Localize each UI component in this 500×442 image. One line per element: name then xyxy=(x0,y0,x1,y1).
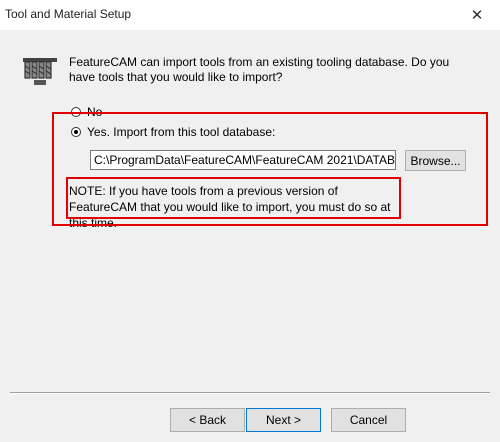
cancel-button[interactable]: Cancel xyxy=(331,408,406,432)
tools-icon xyxy=(23,58,57,85)
back-button[interactable]: < Back xyxy=(170,408,245,432)
radio-yes-label: Yes. Import from this tool database: xyxy=(87,125,276,139)
intro-text: FeatureCAM can import tools from an exis… xyxy=(69,55,450,84)
footer-separator xyxy=(10,392,490,394)
window-title: Tool and Material Setup xyxy=(5,7,132,21)
note-text: NOTE: If you have tools from a previous … xyxy=(69,184,391,230)
title-bar: Tool and Material Setup ✕ xyxy=(0,0,500,30)
radio-no-option[interactable]: No xyxy=(71,105,102,119)
radio-selected-dot xyxy=(74,130,78,134)
browse-button[interactable]: Browse... xyxy=(405,150,466,171)
close-icon: ✕ xyxy=(470,7,484,24)
radio-yes-option[interactable]: Yes. Import from this tool database: xyxy=(71,125,275,139)
radio-no[interactable] xyxy=(71,107,81,117)
close-button[interactable]: ✕ xyxy=(454,0,500,30)
radio-no-label: No xyxy=(87,105,103,119)
database-path-input[interactable]: C:\ProgramData\FeatureCAM\FeatureCAM 202… xyxy=(90,150,396,170)
radio-yes[interactable] xyxy=(71,127,81,137)
next-button[interactable]: Next > xyxy=(246,408,321,432)
